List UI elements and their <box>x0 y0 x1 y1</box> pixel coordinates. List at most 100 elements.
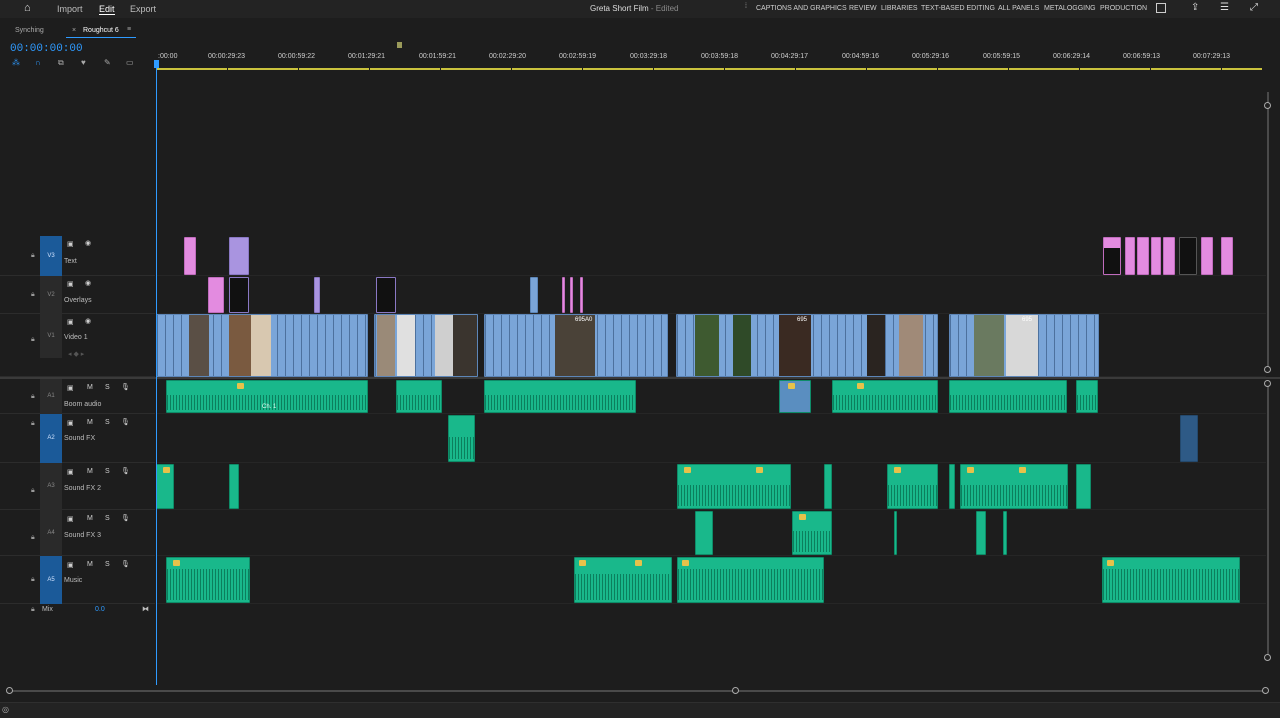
text-clip[interactable] <box>1137 237 1149 275</box>
text-clip[interactable] <box>1103 237 1121 275</box>
lock-icon[interactable]: 🔒︎ <box>31 252 35 260</box>
audio-clip[interactable] <box>1076 464 1091 509</box>
mic-icon[interactable]: 🎙︎ <box>121 514 130 522</box>
share-icon[interactable]: ⇪ <box>1191 2 1199 13</box>
playhead[interactable] <box>156 60 157 685</box>
workspace-menu-icon[interactable] <box>1156 3 1166 13</box>
eye-icon[interactable]: ◉ <box>85 239 91 247</box>
music-clip[interactable] <box>574 557 672 603</box>
sync-lock-icon[interactable]: ▣ <box>67 561 74 569</box>
playhead-timecode[interactable]: 00:00:00:00 <box>10 43 83 55</box>
lane-a3[interactable] <box>156 463 1266 510</box>
workspace-text-based-editing[interactable]: TEXT-BASED EDITING <box>921 5 995 12</box>
solo-button[interactable]: S <box>105 515 110 522</box>
workspace-review[interactable]: REVIEW <box>849 5 877 12</box>
text-clip[interactable] <box>229 237 249 275</box>
mic-icon[interactable]: 🎙︎ <box>121 418 130 426</box>
overlay-clip[interactable] <box>376 277 396 313</box>
scroll-handle[interactable] <box>1264 654 1271 661</box>
mic-icon[interactable]: 🎙︎ <box>121 560 130 568</box>
audio-clip[interactable] <box>779 380 811 413</box>
lock-icon[interactable]: 🔒︎ <box>31 336 35 344</box>
tab-menu-icon[interactable]: ≡ <box>127 26 131 33</box>
overlay-clip[interactable] <box>562 277 565 313</box>
lock-icon[interactable]: 🔒︎ <box>31 393 35 401</box>
mute-button[interactable]: M <box>87 419 93 426</box>
audio-clip[interactable] <box>894 511 897 555</box>
solo-button[interactable]: S <box>105 384 110 391</box>
eye-icon[interactable]: ◉ <box>85 279 91 287</box>
music-clip[interactable] <box>677 557 824 603</box>
text-clip[interactable] <box>1221 237 1233 275</box>
audio-clip[interactable] <box>484 380 636 413</box>
sync-lock-icon[interactable]: ▣ <box>67 240 74 248</box>
audio-clip[interactable] <box>1076 380 1098 413</box>
audio-clip[interactable] <box>887 464 938 509</box>
mute-button[interactable]: M <box>87 468 93 475</box>
mute-button[interactable]: M <box>87 384 93 391</box>
lane-v3[interactable] <box>156 236 1266 276</box>
audio-clip[interactable] <box>1003 511 1007 555</box>
lock-icon[interactable]: 🔒︎ <box>31 420 35 428</box>
marker-icon[interactable]: ♥ <box>81 58 86 67</box>
mic-icon[interactable]: 🎙︎ <box>121 467 130 475</box>
lock-icon[interactable]: 🔒︎ <box>31 291 35 299</box>
workspace-metalogging[interactable]: METALOGGING <box>1044 5 1096 12</box>
overlay-clip[interactable] <box>208 277 224 313</box>
audio-clip[interactable]: Ch. 1 <box>166 380 368 413</box>
video-clip-group[interactable]: 695 <box>949 314 1099 377</box>
tab-roughcut-6[interactable]: Roughcut 6 <box>83 27 119 34</box>
overlay-clip[interactable] <box>580 277 583 313</box>
video-clip-group[interactable]: 695A0 <box>484 314 668 377</box>
music-clip[interactable] <box>1102 557 1240 603</box>
linked-selection-icon[interactable]: ⧉ <box>58 58 64 68</box>
mix-end-icon[interactable]: ⧓ <box>142 605 149 613</box>
track-id-v1[interactable]: V1 <box>40 314 62 358</box>
audio-clip[interactable] <box>960 464 1068 509</box>
sync-lock-icon[interactable]: ▣ <box>67 419 74 427</box>
sync-lock-icon[interactable]: ▣ <box>67 515 74 523</box>
track-id-a3[interactable]: A3 <box>40 463 62 510</box>
text-clip[interactable] <box>1179 237 1197 275</box>
text-clip[interactable] <box>1125 237 1135 275</box>
work-area-marker[interactable] <box>397 42 402 48</box>
track-id-v2[interactable]: V2 <box>40 276 62 314</box>
horizontal-scrollbar[interactable] <box>8 690 1263 692</box>
track-id-a4[interactable]: A4 <box>40 510 62 556</box>
audio-clip[interactable] <box>448 415 475 462</box>
track-id-a2[interactable]: A2 <box>40 414 62 463</box>
audio-clip[interactable] <box>949 380 1067 413</box>
mute-button[interactable]: M <box>87 561 93 568</box>
track-id-a5[interactable]: A5 <box>40 556 62 604</box>
lane-v1[interactable]: 695A0 695 695 <box>156 314 1266 377</box>
status-icon[interactable]: ◎ <box>2 705 9 714</box>
text-clip[interactable] <box>1163 237 1175 275</box>
mute-button[interactable]: M <box>87 515 93 522</box>
time-ruler[interactable]: :00:00 00:00:29:23 00:00:59:22 00:01:29:… <box>157 42 1267 72</box>
lock-icon[interactable]: 🔒︎ <box>31 487 35 495</box>
audio-clip[interactable] <box>832 380 938 413</box>
zoom-handle-left[interactable] <box>6 687 13 694</box>
nest-icon[interactable]: ⁂ <box>12 58 20 67</box>
lock-icon[interactable]: 🔒︎ <box>31 534 35 542</box>
overlay-clip[interactable] <box>530 277 538 313</box>
lane-a4[interactable] <box>156 510 1266 556</box>
video-vertical-scrollbar[interactable] <box>1267 92 1269 372</box>
fullscreen-icon[interactable]: ⤢ <box>1250 2 1258 13</box>
sync-lock-icon[interactable]: ▣ <box>67 318 74 326</box>
captions-icon[interactable]: ▭ <box>126 58 134 67</box>
workspace-production[interactable]: PRODUCTION <box>1100 5 1147 12</box>
wrench-icon[interactable]: ✎ <box>104 58 111 67</box>
sync-lock-icon[interactable]: ▣ <box>67 468 74 476</box>
overlay-clip[interactable] <box>570 277 573 313</box>
mix-volume-value[interactable]: 0.0 <box>95 606 105 613</box>
zoom-handle-middle[interactable] <box>732 687 739 694</box>
scroll-handle[interactable] <box>1264 366 1271 373</box>
audio-clip[interactable] <box>792 511 832 555</box>
workspace-captions[interactable]: CAPTIONS AND GRAPHICS <box>756 5 847 12</box>
home-icon[interactable]: ⌂ <box>24 2 31 14</box>
tab-synching[interactable]: Synching <box>15 27 44 34</box>
eye-icon[interactable]: ◉ <box>85 317 91 325</box>
audio-clip[interactable] <box>677 464 791 509</box>
lock-icon[interactable]: 🔒︎ <box>31 576 35 584</box>
